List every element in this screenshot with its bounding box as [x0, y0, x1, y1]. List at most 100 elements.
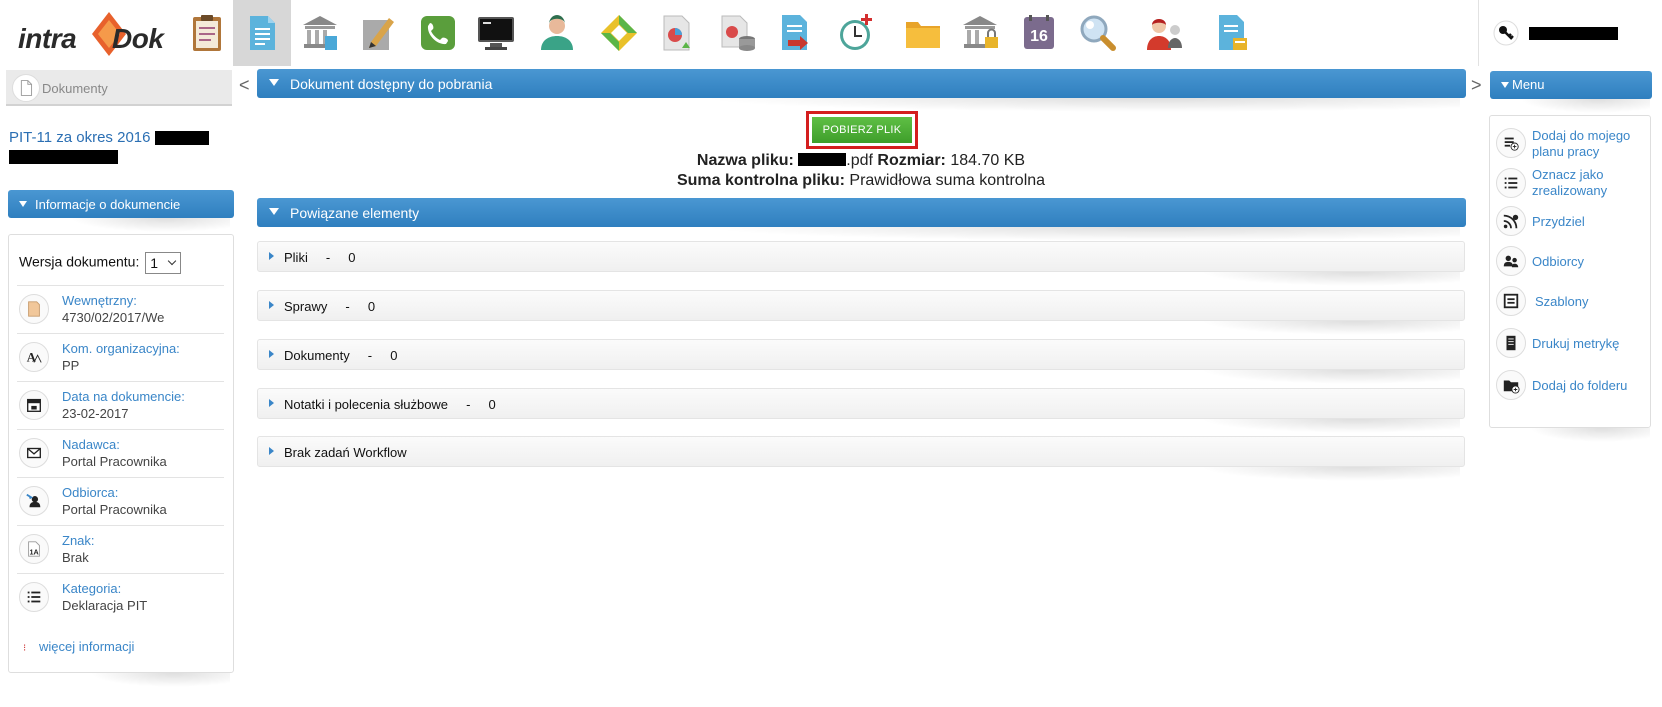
info-value: Portal Pracownika	[62, 454, 167, 469]
svg-text:A: A	[27, 351, 36, 365]
info-value: Brak	[62, 550, 89, 565]
document-number-icon	[19, 294, 49, 324]
info-item-sign: 1A Znak: Brak	[17, 525, 224, 573]
user-area	[1478, 0, 1662, 66]
menu-item-label: Oznacz jako zrealizowany	[1532, 167, 1608, 198]
clipboard-icon[interactable]	[178, 0, 236, 66]
expand-arrow-icon	[269, 252, 274, 260]
folder-icon[interactable]	[894, 0, 952, 66]
envelope-icon	[19, 438, 49, 468]
magnifier-icon[interactable]	[1069, 0, 1127, 66]
terminal-icon[interactable]	[467, 0, 525, 66]
info-section-title: Informacje o dokumencie	[35, 197, 181, 212]
info-value: 4730/02/2017/We	[62, 310, 165, 325]
row-shadow	[1200, 467, 1460, 481]
version-select[interactable]: 1	[145, 252, 182, 274]
row-shadow	[1200, 370, 1460, 384]
info-value: Portal Pracownika	[62, 502, 167, 517]
pencil-icon[interactable]	[349, 0, 407, 66]
calendar-icon	[19, 390, 49, 420]
bank-icon[interactable]	[291, 0, 349, 66]
info-section-header[interactable]: Informacje o dokumencie	[8, 190, 234, 218]
related-row-cases[interactable]: Sprawy - 0	[257, 290, 1465, 321]
info-item-document-date: Data na dokumencie: 23-02-2017	[17, 381, 224, 429]
menu-templates[interactable]: Szablony	[1496, 282, 1646, 322]
menu-item-label: Drukuj metrykę	[1532, 336, 1620, 351]
report-icon[interactable]	[648, 0, 706, 66]
collapse-icon	[269, 208, 279, 215]
menu-add-to-work-plan[interactable]: Dodaj do mojego planu pracy	[1496, 124, 1646, 164]
download-file-button[interactable]: POBIERZ PLIK	[812, 117, 912, 143]
nav-prev-arrow[interactable]: <	[239, 75, 250, 96]
add-to-plan-icon	[1496, 128, 1526, 158]
calendar-16-icon[interactable]: 16	[1010, 0, 1068, 66]
diamond-icon[interactable]	[590, 0, 648, 66]
menu-item-label: Szablony	[1535, 294, 1589, 309]
info-label: Kom. organizacyjna:	[62, 341, 180, 356]
related-section-header[interactable]: Powiązane elementy	[257, 198, 1466, 227]
info-label: Data na dokumencie:	[62, 389, 185, 404]
expand-arrow-icon	[269, 350, 274, 358]
section-shadow	[1520, 99, 1650, 113]
intradok-logo[interactable]: intra Dok	[16, 12, 164, 56]
phone-icon[interactable]	[409, 0, 467, 66]
menu-assign[interactable]: Przydziel	[1496, 202, 1646, 242]
info-item-sender: Nadawca: Portal Pracownika	[17, 429, 224, 477]
more-info-text: więcej informacji	[39, 639, 135, 654]
download-section-header[interactable]: Dokument dostępny do pobrania	[257, 69, 1466, 98]
related-row-workflow[interactable]: Brak zadań Workflow	[257, 436, 1465, 467]
related-row-text: Pliki - 0	[284, 250, 356, 265]
info-item-category: Kategoria: Deklaracja PIT	[17, 573, 224, 621]
menu-mark-done[interactable]: Oznacz jako zrealizowany	[1496, 164, 1646, 204]
document-icon[interactable]	[233, 0, 291, 66]
user-icon[interactable]	[528, 0, 586, 66]
related-row-notes[interactable]: Notatki i polecenia służbowe - 0	[257, 388, 1465, 419]
expand-arrow-icon	[269, 399, 274, 407]
menu-header[interactable]: Menu	[1490, 71, 1652, 99]
logo-text-intra: intra	[18, 23, 77, 54]
templates-icon	[1496, 286, 1526, 316]
redacted-file-name	[798, 153, 847, 166]
menu-item-label: Odbiorcy	[1532, 254, 1585, 269]
row-shadow	[1200, 321, 1460, 335]
top-toolbar: intra Dok 16	[0, 0, 1662, 66]
notes-icon[interactable]	[1203, 0, 1261, 66]
nav-next-arrow[interactable]: >	[1471, 75, 1482, 96]
file-name-label: Nazwa pliku:	[696, 152, 794, 169]
panel-shadow	[90, 673, 230, 687]
related-row-text: Sprawy - 0	[284, 299, 376, 314]
add-folder-icon	[1496, 370, 1526, 400]
org-unit-icon: A	[19, 342, 49, 372]
related-row-documents[interactable]: Dokumenty - 0	[257, 339, 1465, 370]
database-report-icon[interactable]	[708, 0, 766, 66]
info-value: 23-02-2017	[62, 406, 129, 421]
checksum-line: Suma kontrolna pliku: Prawidłowa suma ko…	[0, 172, 1662, 190]
info-label: Kategoria:	[62, 581, 122, 596]
user-name-redacted[interactable]	[1529, 27, 1618, 40]
bank-lock-icon[interactable]	[952, 0, 1010, 66]
export-icon[interactable]	[766, 0, 824, 66]
section-shadow	[70, 218, 230, 232]
section-shadow	[700, 98, 1460, 112]
users-icon[interactable]	[1136, 0, 1194, 66]
clock-add-icon[interactable]	[827, 0, 885, 66]
checksum-label: Suma kontrolna pliku:	[676, 172, 845, 189]
action-menu-panel: Dodaj do mojego planu pracy Oznacz jako …	[1489, 115, 1651, 428]
tab-dokumenty[interactable]: Dokumenty	[6, 70, 232, 106]
sign-icon: 1A	[19, 534, 49, 564]
recipients-icon	[1496, 246, 1526, 276]
menu-item-label: Przydziel	[1532, 214, 1585, 229]
recipient-icon	[19, 486, 49, 516]
more-info-link[interactable]: ⁝ więcej informacji	[23, 639, 134, 654]
key-icon[interactable]	[1493, 20, 1519, 46]
svg-text:1A: 1A	[30, 547, 39, 556]
file-size-value: 184.70 KB	[950, 152, 1026, 169]
expand-arrow-icon	[269, 447, 274, 455]
collapse-icon	[1501, 82, 1509, 88]
menu-recipients[interactable]: Odbiorcy	[1496, 242, 1646, 282]
related-row-files[interactable]: Pliki - 0	[257, 241, 1465, 272]
menu-add-to-folder[interactable]: Dodaj do folderu	[1496, 366, 1646, 406]
info-item-recipient: Odbiorca: Portal Pracownika	[17, 477, 224, 525]
info-label: Znak:	[62, 533, 95, 548]
menu-print-metric[interactable]: Drukuj metrykę	[1496, 324, 1646, 364]
